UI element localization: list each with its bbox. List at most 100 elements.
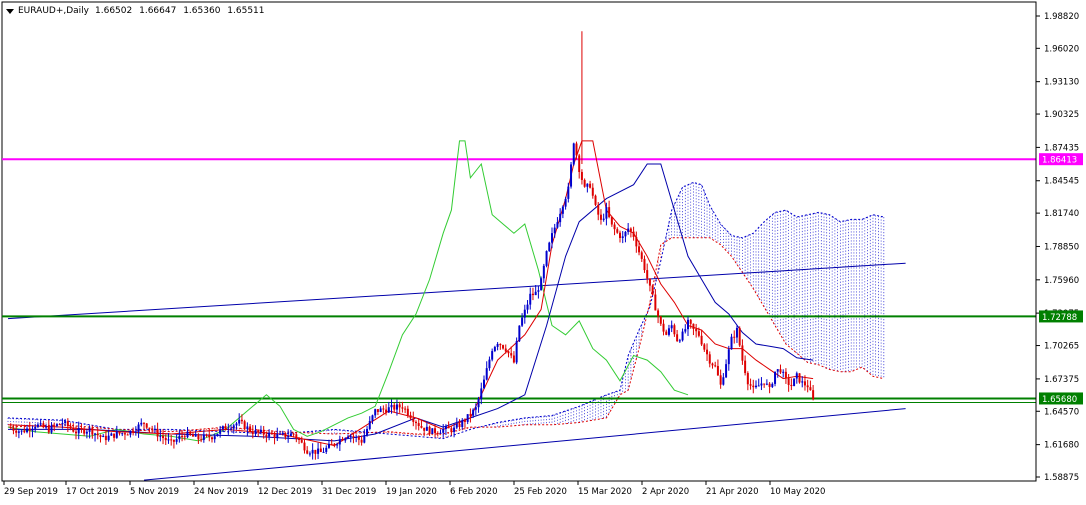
price-tick-label: 1.96020 <box>1044 44 1079 54</box>
symbol-timeframe: EURAUD+,Daily <box>18 6 90 16</box>
price-tick-label: 1.84545 <box>1044 177 1079 187</box>
candle-body <box>442 428 445 433</box>
candle-body <box>189 431 192 435</box>
candle-body <box>317 448 320 454</box>
candle-body <box>665 331 668 335</box>
candle-body <box>591 187 594 196</box>
candle-body <box>461 420 464 428</box>
candle-body <box>599 214 602 220</box>
candle-body <box>50 425 53 433</box>
candle-body <box>406 408 409 416</box>
candle-body <box>812 390 815 399</box>
candle-body <box>145 423 148 428</box>
candle-body <box>774 371 777 384</box>
price-chart[interactable]: 1.98820 1.96020 1.93130 1.90325 1.87435 1.845… <box>0 0 1086 501</box>
candle-body <box>553 227 556 234</box>
candle-body <box>20 430 23 432</box>
candle-body <box>638 246 641 253</box>
candle-body <box>17 431 20 433</box>
candle-body <box>711 363 714 366</box>
candle-body <box>447 426 450 429</box>
candle-body <box>311 449 314 454</box>
candle-body <box>678 340 681 342</box>
candle-body <box>466 414 469 422</box>
candle-body <box>670 325 673 329</box>
candle-body <box>540 278 543 291</box>
candle-body <box>531 293 534 296</box>
candle-body <box>662 323 665 332</box>
candle-body <box>240 419 243 422</box>
candle-body <box>72 428 75 432</box>
candle-body <box>355 436 358 438</box>
time-tick-label: 6 Feb 2020 <box>450 487 498 497</box>
candle-body <box>561 206 564 214</box>
candle-body <box>502 345 505 349</box>
candle-body <box>224 426 227 430</box>
candle-body <box>477 398 480 408</box>
candle-body <box>289 433 292 436</box>
candle-body <box>306 450 309 454</box>
candle-body <box>763 383 766 385</box>
candle-body <box>390 404 393 408</box>
candle-body <box>276 434 279 438</box>
candle-body <box>616 229 619 233</box>
candle-body <box>735 327 738 338</box>
candle-body <box>31 428 34 431</box>
price-tick-label: 1.58875 <box>1044 473 1079 483</box>
candle-body <box>376 409 379 412</box>
time-tick-label: 5 Nov 2019 <box>130 487 179 497</box>
candle-body <box>156 428 159 437</box>
candle-body <box>667 328 670 335</box>
time-tick-label: 15 Mar 2020 <box>578 487 632 497</box>
candle-body <box>518 325 521 342</box>
candle-body <box>725 364 728 378</box>
candle-body <box>575 143 578 156</box>
candle-body <box>624 231 627 237</box>
candle-body <box>77 427 80 434</box>
candle-body <box>643 258 646 271</box>
price-tick-label: 1.67375 <box>1044 375 1079 385</box>
candle-body <box>744 360 747 374</box>
price-tick-label: 1.78850 <box>1044 242 1079 252</box>
candle-body <box>504 348 507 352</box>
candle-body <box>137 424 140 432</box>
candle-body <box>632 231 635 237</box>
candle-body <box>279 433 281 435</box>
candle-body <box>474 407 477 410</box>
candle-body <box>322 451 325 453</box>
candle-body <box>676 334 679 342</box>
candle-body <box>178 435 181 440</box>
candle-body <box>83 429 86 434</box>
collapse-triangle-icon[interactable] <box>6 8 14 14</box>
candle-body <box>80 427 83 430</box>
candle-body <box>409 415 412 419</box>
candle-body <box>341 439 344 441</box>
chart-root: 1.98820 1.96020 1.93130 1.90325 1.87435 1.845… <box>0 0 1086 501</box>
open-value: 1.66502 <box>95 6 133 16</box>
candle-body <box>757 385 760 387</box>
price-tick-label: 1.70265 <box>1044 342 1079 352</box>
candle-body <box>393 404 396 410</box>
candle-body <box>589 183 592 188</box>
candle-body <box>401 407 404 409</box>
price-tick-label: 1.81740 <box>1044 209 1079 219</box>
candle-body <box>39 423 42 425</box>
candle-body <box>347 436 349 439</box>
candle-body <box>110 433 113 436</box>
candle-body <box>268 432 271 437</box>
candle-body <box>53 425 56 427</box>
candle-body <box>621 236 624 238</box>
candle-body <box>121 433 124 435</box>
candle-body <box>366 428 369 436</box>
candle-body <box>113 433 116 438</box>
candle-body <box>779 369 782 373</box>
level-label-1: 1.72788 <box>1042 313 1077 323</box>
candle-body <box>186 431 189 438</box>
candle-body <box>431 428 434 434</box>
candle-body <box>428 426 431 434</box>
candle-body <box>148 427 151 429</box>
candle-body <box>548 242 551 252</box>
chart-header: EURAUD+,Daily 1.66502 1.66647 1.65360 1.… <box>6 3 269 19</box>
candle-body <box>363 435 366 443</box>
candle-body <box>648 278 651 286</box>
